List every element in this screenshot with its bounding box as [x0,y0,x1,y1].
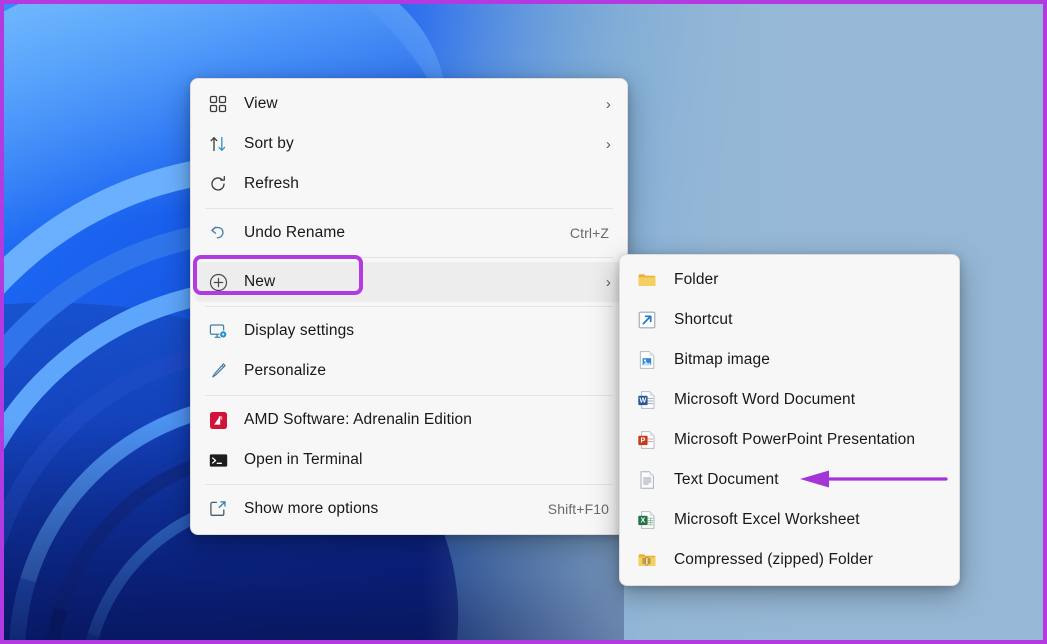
new-submenu[interactable]: Folder Shortcut Bitmap image W Microsoft… [619,254,960,586]
plus-circle-icon [207,271,229,293]
refresh-icon [207,173,229,195]
menu-item-personalize[interactable]: Personalize [195,351,623,391]
terminal-icon [207,449,229,471]
excel-worksheet-icon: X [636,509,658,531]
menu-item-label: Sort by [244,135,294,152]
submenu-item-label: Microsoft PowerPoint Presentation [674,431,916,448]
menu-item-open-in-terminal[interactable]: Open in Terminal [195,440,623,480]
submenu-item-powerpoint-presentation[interactable]: P Microsoft PowerPoint Presentation [624,420,955,460]
submenu-item-label: Text Document [674,471,779,488]
monitor-gear-icon [207,320,229,342]
menu-item-label: Show more options [244,500,379,517]
submenu-item-label: Microsoft Word Document [674,391,856,408]
annotated-screenshot-frame: View › Sort by › Refresh Undo Rename Ctr… [0,0,1047,644]
menu-item-label: Undo Rename [244,224,346,241]
menu-item-label: View [244,95,278,112]
submenu-item-text-document[interactable]: Text Document [624,460,955,500]
chevron-right-icon: › [605,273,611,291]
folder-icon [636,269,658,291]
menu-item-label: Open in Terminal [244,451,363,468]
submenu-item-label: Compressed (zipped) Folder [674,551,874,568]
submenu-item-folder[interactable]: Folder [624,260,955,300]
show-more-options-icon [207,498,229,520]
undo-icon [207,222,229,244]
menu-separator [205,208,613,209]
desktop-context-menu[interactable]: View › Sort by › Refresh Undo Rename Ctr… [190,78,628,535]
menu-separator [205,306,613,307]
submenu-item-zipped-folder[interactable]: Compressed (zipped) Folder [624,540,955,580]
zipped-folder-icon [636,549,658,571]
submenu-item-shortcut[interactable]: Shortcut [624,300,955,340]
menu-separator [205,257,613,258]
chevron-right-icon: › [605,95,611,113]
menu-item-sort-by[interactable]: Sort by › [195,124,623,164]
chevron-right-icon: › [605,135,611,153]
text-document-icon [636,469,658,491]
menu-item-undo-rename[interactable]: Undo Rename Ctrl+Z [195,213,623,253]
menu-item-label: New [244,273,276,290]
paintbrush-icon [207,360,229,382]
menu-item-show-more-options[interactable]: Show more options Shift+F10 [195,489,623,529]
powerpoint-presentation-icon: P [636,429,658,451]
shortcut-icon [636,309,658,331]
svg-text:X: X [640,516,645,525]
submenu-item-label: Folder [674,271,719,288]
menu-item-view[interactable]: View › [195,84,623,124]
submenu-item-bitmap-image[interactable]: Bitmap image [624,340,955,380]
menu-item-refresh[interactable]: Refresh [195,164,623,204]
submenu-item-label: Shortcut [674,311,733,328]
menu-item-label: AMD Software: Adrenalin Edition [244,411,472,428]
menu-separator [205,395,613,396]
menu-item-label: Personalize [244,362,327,379]
menu-separator [205,484,613,485]
menu-item-amd-software[interactable]: AMD Software: Adrenalin Edition [195,400,623,440]
word-document-icon: W [636,389,658,411]
menu-item-label: Refresh [244,175,299,192]
svg-text:P: P [640,436,645,445]
menu-item-display-settings[interactable]: Display settings [195,311,623,351]
menu-item-shortcut: Ctrl+Z [569,225,609,241]
menu-item-shortcut: Shift+F10 [547,501,609,517]
bitmap-image-icon [636,349,658,371]
submenu-item-label: Microsoft Excel Worksheet [674,511,860,528]
svg-text:W: W [640,396,647,405]
submenu-item-excel-worksheet[interactable]: X Microsoft Excel Worksheet [624,500,955,540]
grid-view-icon [207,93,229,115]
menu-item-new[interactable]: New › [195,262,623,302]
sort-arrows-icon [207,133,229,155]
submenu-item-word-document[interactable]: W Microsoft Word Document [624,380,955,420]
menu-item-label: Display settings [244,322,355,339]
submenu-item-label: Bitmap image [674,351,770,368]
amd-software-icon [207,409,229,431]
